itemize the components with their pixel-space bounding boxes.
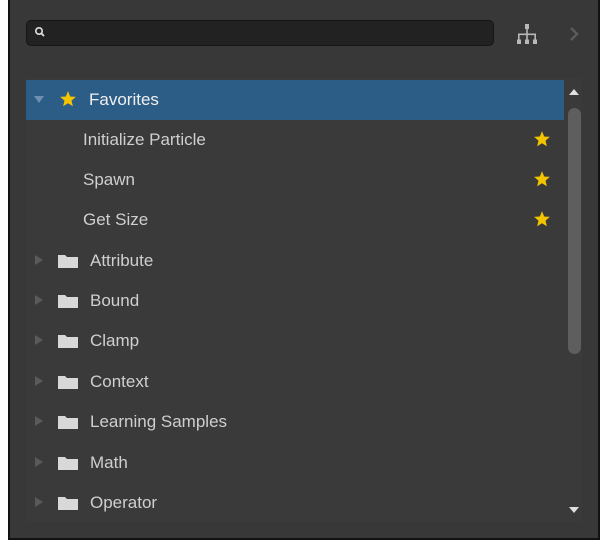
tree-folder[interactable]: Bound xyxy=(26,281,564,321)
scroll-up-icon[interactable] xyxy=(569,88,579,96)
folder-icon xyxy=(58,295,78,308)
expand-arrow-right-icon[interactable] xyxy=(33,496,45,508)
search-field[interactable] xyxy=(26,20,494,46)
hierarchy-icon[interactable] xyxy=(515,22,539,46)
folder-icon xyxy=(58,416,78,429)
expand-arrow-right-icon[interactable] xyxy=(33,294,45,306)
tree-item-label: Favorites xyxy=(89,90,159,109)
favorite-item-label: Get Size xyxy=(83,210,149,229)
tree-item-favorites[interactable]: Favorites xyxy=(26,80,564,120)
favorite-item[interactable]: Spawn xyxy=(26,160,564,200)
tree-folder[interactable]: Math xyxy=(26,443,564,483)
folder-label: Operator xyxy=(90,493,158,512)
star-icon[interactable] xyxy=(533,170,551,188)
toolbar xyxy=(10,0,598,68)
star-icon xyxy=(60,91,76,107)
tree-folder[interactable]: Learning Samples xyxy=(26,402,564,442)
scroll-down-icon[interactable] xyxy=(569,506,579,514)
search-input[interactable] xyxy=(51,23,485,45)
folder-icon xyxy=(58,255,78,268)
folder-icon xyxy=(58,335,78,348)
folder-label: Bound xyxy=(90,291,140,310)
favorite-item-label: Spawn xyxy=(83,170,135,189)
tree-folder[interactable]: Operator xyxy=(26,483,564,522)
chevron-right-icon[interactable] xyxy=(567,24,581,44)
folder-label: Math xyxy=(90,453,128,472)
expand-arrow-right-icon[interactable] xyxy=(33,254,45,266)
folder-icon xyxy=(58,376,78,389)
expand-arrow-right-icon[interactable] xyxy=(33,456,45,468)
folder-label: Learning Samples xyxy=(90,412,228,431)
folder-icon xyxy=(58,457,78,470)
tree-folder[interactable]: Context xyxy=(26,362,564,402)
expand-arrow-right-icon[interactable] xyxy=(33,415,45,427)
tree-folder[interactable]: Attribute xyxy=(26,241,564,281)
node-tree: Favorites Initialize Particle Spawn Get … xyxy=(26,78,582,522)
expand-arrow-right-icon[interactable] xyxy=(33,334,45,346)
expand-arrow-down-icon[interactable] xyxy=(33,93,45,105)
folder-label: Clamp xyxy=(90,331,140,350)
favorite-item[interactable]: Get Size xyxy=(26,200,564,240)
folder-label: Attribute xyxy=(90,251,154,270)
folder-icon xyxy=(58,497,78,510)
scrollbar-thumb[interactable] xyxy=(568,108,581,354)
folder-label: Context xyxy=(90,372,149,391)
star-icon[interactable] xyxy=(533,130,551,148)
search-icon xyxy=(34,26,45,37)
star-icon[interactable] xyxy=(533,210,551,228)
vertical-scrollbar[interactable] xyxy=(566,78,582,522)
tree-folder[interactable]: Clamp xyxy=(26,321,564,361)
node-library-window: Favorites Initialize Particle Spawn Get … xyxy=(8,0,600,540)
favorite-item-label: Initialize Particle xyxy=(83,130,206,149)
expand-arrow-right-icon[interactable] xyxy=(33,375,45,387)
favorite-item[interactable]: Initialize Particle xyxy=(26,120,564,160)
